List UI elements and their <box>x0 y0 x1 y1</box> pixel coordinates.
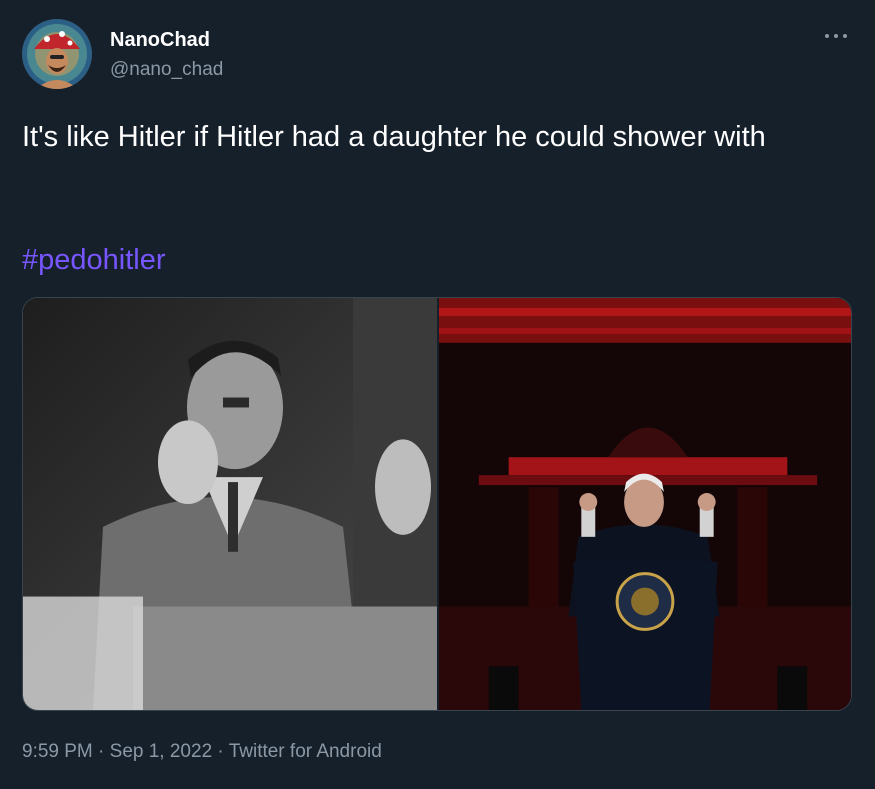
tweet-text: It's like Hitler if Hitler had a daughte… <box>22 121 766 153</box>
avatar[interactable] <box>22 19 92 89</box>
hashtag-link[interactable]: #pedohitler <box>22 239 166 281</box>
black-and-white-speaker-photo <box>23 298 437 710</box>
red-lit-podium-speaker-photo <box>439 298 851 710</box>
author-handle[interactable]: @nano_chad <box>110 58 223 82</box>
media-photo-left[interactable] <box>23 298 439 710</box>
author-block: NanoChad @nano_chad <box>110 28 223 82</box>
tweet-time[interactable]: 9:59 PM <box>22 741 93 762</box>
tweet-source[interactable]: Twitter for Android <box>229 741 382 762</box>
tweet: NanoChad @nano_chad It's like Hitler if … <box>0 0 875 789</box>
tweet-date[interactable]: Sep 1, 2022 <box>110 741 212 762</box>
media-photo-right[interactable] <box>439 298 851 710</box>
author-display-name[interactable]: NanoChad <box>110 28 223 52</box>
meta-separator: · <box>212 741 229 762</box>
more-options-icon[interactable] <box>821 26 851 46</box>
mushroom-hat-avatar-icon <box>22 19 92 89</box>
meta-separator: · <box>92 741 110 762</box>
media-grid <box>22 297 852 711</box>
tweet-meta: 9:59 PM · Sep 1, 2022 · Twitter for Andr… <box>22 738 382 766</box>
